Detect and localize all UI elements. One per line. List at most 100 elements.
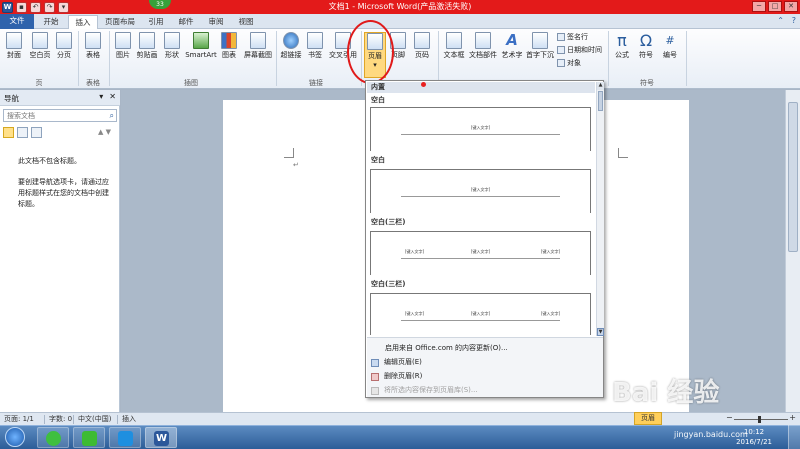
table-icon bbox=[85, 32, 101, 49]
gallery-thumbnail: [键入文字] bbox=[370, 107, 591, 151]
tab-file[interactable]: 文件 bbox=[0, 14, 34, 29]
taskbar-app-360[interactable] bbox=[37, 427, 69, 448]
nav-controls: ▾ ✕ bbox=[99, 92, 116, 101]
header-gallery: 内置 空白 [键入文字] 空白 [键入文字] 空白(三栏) [键入文字] [键入… bbox=[365, 80, 604, 398]
nav-close-icon[interactable]: ✕ bbox=[109, 92, 116, 101]
gallery-item-name: 空白(三栏) bbox=[371, 218, 406, 226]
taskbar-app-iqiyi[interactable] bbox=[73, 427, 105, 448]
results-view-icon[interactable] bbox=[31, 127, 42, 138]
text-box-button[interactable]: 文本框 bbox=[442, 32, 466, 60]
shapes-button[interactable]: 形状 bbox=[161, 32, 183, 60]
taskbar-app-cloud[interactable] bbox=[109, 427, 141, 448]
drop-cap-button[interactable]: 首字下沉 bbox=[526, 32, 554, 60]
wordart-button[interactable]: A 艺术字 bbox=[500, 32, 524, 60]
quick-parts-button[interactable]: 文档部件 bbox=[468, 32, 498, 60]
ribbon-collapse-icon[interactable]: ⌃ bbox=[777, 16, 784, 25]
close-button[interactable]: ✕ bbox=[784, 1, 798, 12]
edit-header-command[interactable]: 编辑页眉(E) bbox=[371, 357, 422, 368]
gallery-scrollbar[interactable]: ▲ ▼ bbox=[596, 82, 604, 336]
nav-search-box: ⌕ bbox=[3, 109, 117, 122]
signature-line-button[interactable]: 签名行 bbox=[557, 32, 588, 42]
word-app-icon[interactable]: W bbox=[2, 1, 13, 13]
bookmark-icon bbox=[307, 32, 323, 49]
scroll-thumb[interactable] bbox=[788, 102, 798, 252]
gallery-item-blank[interactable]: 空白 [键入文字] bbox=[367, 95, 595, 151]
chart-button[interactable]: 图表 bbox=[219, 32, 239, 60]
up-arrow-icon[interactable]: ▲ bbox=[98, 128, 103, 136]
screenshot-button[interactable]: 屏幕截图 bbox=[241, 32, 275, 60]
gallery-scroll-thumb[interactable] bbox=[598, 91, 603, 111]
page-number-button[interactable]: 页码 bbox=[412, 32, 432, 60]
date-time-button[interactable]: 日期和时间 bbox=[557, 45, 602, 55]
quick-parts-icon bbox=[475, 32, 491, 49]
vertical-scrollbar[interactable] bbox=[785, 90, 800, 412]
smartart-button[interactable]: SmartArt bbox=[185, 32, 217, 60]
pages-view-icon[interactable] bbox=[17, 127, 28, 138]
language-status[interactable]: 中文(中国) bbox=[78, 414, 111, 425]
equation-button[interactable]: π 公式 bbox=[612, 32, 632, 60]
tab-view[interactable]: 视图 bbox=[232, 15, 260, 29]
headings-view-icon[interactable] bbox=[3, 127, 14, 138]
taskbar-app-word[interactable]: W bbox=[145, 427, 177, 448]
refresh-app-icon bbox=[46, 431, 61, 446]
scroll-down-icon[interactable]: ▼ bbox=[597, 328, 604, 336]
picture-icon bbox=[115, 32, 131, 49]
word-count[interactable]: 字数: 0 bbox=[49, 414, 72, 425]
gallery-item-three-column[interactable]: 空白(三栏) [键入文字] [键入文字] [键入文字] bbox=[367, 217, 595, 275]
nav-no-headings-text: 此文档不包含标题。 bbox=[18, 157, 81, 165]
table-button[interactable]: 表格 bbox=[82, 32, 104, 60]
ribbon-tabs: 文件 开始 插入 页面布局 引用 邮件 审阅 视图 ⌃ ? bbox=[0, 14, 800, 30]
quick-access-toolbar: W ▪ ↶ ↷ ▾ bbox=[2, 1, 69, 13]
tab-review[interactable]: 审阅 bbox=[202, 15, 230, 29]
window-title: 文档1 - Microsoft Word(产品激活失败) bbox=[328, 2, 472, 11]
tab-page-layout[interactable]: 页面布局 bbox=[100, 15, 140, 29]
office-content-updates-command[interactable]: 启用来自 Office.com 的内容更新(O)... bbox=[385, 343, 508, 354]
scroll-up-icon[interactable]: ▲ bbox=[597, 82, 604, 90]
cloud-app-icon bbox=[118, 431, 133, 446]
tab-references[interactable]: 引用 bbox=[142, 15, 170, 29]
cover-button[interactable]: 封面 bbox=[3, 32, 25, 60]
pi-icon: π bbox=[617, 31, 627, 50]
insert-mode[interactable]: 插入 bbox=[122, 414, 136, 425]
remove-header-command[interactable]: 删除页眉(R) bbox=[371, 371, 422, 382]
group-divider bbox=[276, 31, 277, 86]
object-button[interactable]: 对象 bbox=[557, 58, 581, 68]
page-count[interactable]: 页面: 1/1 bbox=[4, 414, 34, 425]
blank-page-button[interactable]: 空白页 bbox=[28, 32, 52, 60]
paragraph-mark: ↵ bbox=[293, 161, 299, 169]
header-rule bbox=[401, 258, 560, 259]
search-icon[interactable]: ⌕ bbox=[110, 110, 114, 121]
tab-mailings[interactable]: 邮件 bbox=[172, 15, 200, 29]
date-time-icon bbox=[557, 46, 565, 54]
bookmark-button[interactable]: 书签 bbox=[305, 32, 325, 60]
start-button[interactable] bbox=[5, 427, 25, 447]
down-arrow-icon[interactable]: ▼ bbox=[106, 128, 111, 136]
clip-art-button[interactable]: 剪贴画 bbox=[135, 32, 159, 60]
minimize-button[interactable]: ─ bbox=[752, 1, 766, 12]
tab-insert[interactable]: 插入 bbox=[68, 15, 98, 30]
save-icon[interactable]: ▪ bbox=[16, 1, 27, 13]
remove-header-icon bbox=[371, 372, 379, 381]
maximize-button[interactable]: □ bbox=[768, 1, 782, 12]
gallery-item-three-column-2[interactable]: 空白(三栏) [键入文字] [键入文字] [键入文字] bbox=[367, 279, 595, 335]
picture-button[interactable]: 图片 bbox=[113, 32, 133, 60]
gallery-item-blank-2[interactable]: 空白 [键入文字] bbox=[367, 155, 595, 213]
watermark: Bai 经验 jingyan.baidu.com bbox=[612, 372, 792, 439]
redo-icon[interactable]: ↷ bbox=[44, 1, 55, 13]
undo-icon[interactable]: ↶ bbox=[30, 1, 41, 13]
customize-qat-icon[interactable]: ▾ bbox=[58, 1, 69, 13]
screenshot-icon bbox=[250, 32, 266, 49]
help-icon[interactable]: ? bbox=[792, 16, 796, 25]
cover-icon bbox=[6, 32, 22, 49]
gallery-commands: 启用来自 Office.com 的内容更新(O)... 编辑页眉(E) 删除页眉… bbox=[367, 337, 603, 397]
wordart-icon: A bbox=[506, 31, 518, 49]
margin-corner-right bbox=[618, 148, 628, 158]
page-break-button[interactable]: 分页 bbox=[54, 32, 74, 60]
gallery-thumbnail: [键入文字] [键入文字] [键入文字] bbox=[370, 231, 591, 275]
number-button[interactable]: # 编号 bbox=[660, 32, 680, 60]
nav-options-icon[interactable]: ▾ bbox=[99, 92, 103, 101]
nav-search-input[interactable] bbox=[4, 110, 99, 121]
symbol-button[interactable]: Ω 符号 bbox=[636, 32, 656, 60]
tab-home[interactable]: 开始 bbox=[36, 15, 66, 29]
hyperlink-button[interactable]: 超链接 bbox=[279, 32, 303, 60]
